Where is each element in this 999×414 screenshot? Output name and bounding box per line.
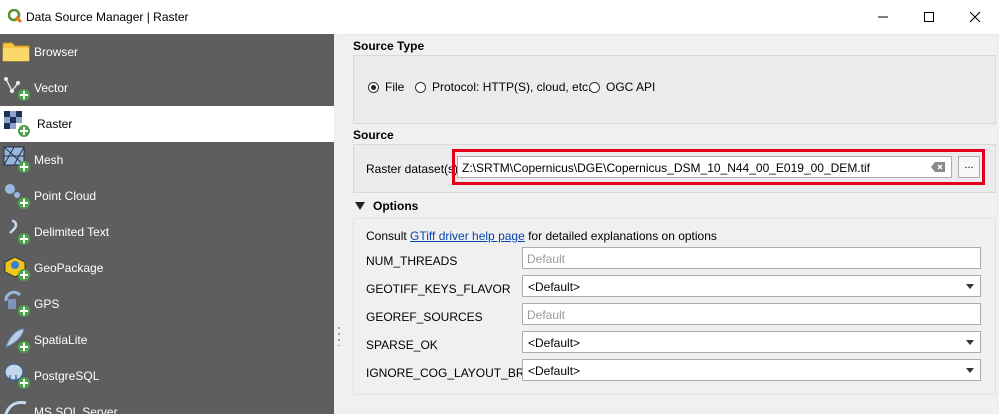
point-cloud-icon: [5, 184, 30, 209]
splitter-handle[interactable]: [334, 34, 344, 414]
options-heading[interactable]: Options: [373, 199, 418, 213]
mesh-icon: [3, 146, 30, 173]
option-label: GEOREF_SOURCES: [366, 310, 483, 324]
maximize-button[interactable]: [906, 0, 952, 34]
radio-protocol[interactable]: Protocol: HTTP(S), cloud, etc.: [415, 80, 591, 94]
sidebar-item-delimited-text[interactable]: Delimited Text: [0, 214, 334, 250]
qgis-logo-icon: [8, 9, 22, 23]
sidebar: Browser Vector Raster Mesh Point Cloud D…: [0, 34, 334, 414]
geotiff-keys-flavor-select[interactable]: <Default>: [522, 275, 981, 297]
sidebar-item-mssql[interactable]: MS SQL Server: [0, 394, 334, 414]
sidebar-item-spatialite[interactable]: SpatiaLite: [0, 322, 334, 358]
option-label: GEOTIFF_KEYS_FLAVOR: [366, 282, 511, 296]
gps-icon: [4, 290, 30, 317]
clear-input-icon[interactable]: [931, 162, 945, 172]
chevron-down-icon: [966, 368, 974, 373]
sidebar-item-browser[interactable]: Browser: [0, 34, 334, 70]
title-bar: Data Source Manager | Raster: [0, 0, 999, 35]
main-panel: Source Type File Protocol: HTTP(S), clou…: [344, 34, 999, 414]
browse-button[interactable]: ...: [958, 156, 980, 178]
radio-ogc-api-label: OGC API: [606, 80, 656, 94]
raster-dataset-input[interactable]: Z:\SRTM\Copernicus\DGE\Copernicus_DSM_10…: [457, 156, 952, 178]
radio-unchecked-icon: [415, 81, 426, 93]
raster-dataset-label: Raster dataset(s): [366, 162, 459, 176]
source-type-group: File Protocol: HTTP(S), cloud, etc. OGC …: [353, 55, 996, 124]
geopackage-icon: [4, 256, 30, 281]
source-heading: Source: [353, 128, 394, 142]
option-label: SPARSE_OK: [366, 338, 438, 352]
radio-unchecked-icon: [589, 81, 600, 93]
vector-icon: [4, 77, 30, 101]
help-text: Consult GTiff driver help page for detai…: [366, 229, 717, 243]
source-type-heading: Source Type: [353, 39, 425, 53]
sparse-ok-select[interactable]: <Default>: [522, 331, 981, 353]
close-icon: [969, 11, 981, 23]
maximize-icon: [924, 12, 934, 22]
minimize-button[interactable]: [860, 0, 906, 34]
delimited-text-icon: [9, 219, 30, 245]
sidebar-item-vector[interactable]: Vector: [0, 70, 334, 106]
close-button[interactable]: [952, 0, 998, 34]
sidebar-item-mesh[interactable]: Mesh: [0, 142, 334, 178]
raster-icon: [4, 111, 30, 137]
num-threads-input[interactable]: Default: [522, 247, 981, 269]
window-title: Data Source Manager | Raster: [26, 10, 189, 24]
radio-checked-icon: [368, 81, 379, 93]
minimize-icon: [878, 16, 888, 18]
chevron-down-icon: [966, 340, 974, 345]
sidebar-item-gps[interactable]: GPS: [0, 286, 334, 322]
mssql-icon: [4, 401, 27, 414]
spatialite-icon: [5, 328, 30, 353]
gtiff-help-link[interactable]: GTiff driver help page: [410, 229, 525, 243]
option-label: NUM_THREADS: [366, 254, 458, 268]
radio-file[interactable]: File: [368, 80, 404, 94]
postgresql-icon: [4, 363, 30, 389]
radio-ogc-api[interactable]: OGC API: [589, 80, 655, 94]
ignore-cog-layout-break-select[interactable]: <Default>: [522, 359, 981, 381]
radio-protocol-label: Protocol: HTTP(S), cloud, etc.: [432, 80, 592, 94]
sidebar-item-geopackage[interactable]: GeoPackage: [0, 250, 334, 286]
collapse-arrow-icon[interactable]: [355, 202, 365, 210]
folder-icon: [2, 42, 30, 62]
grip-dots-icon: [338, 327, 340, 346]
sidebar-item-raster[interactable]: Raster: [0, 106, 334, 142]
georef-sources-input[interactable]: Default: [522, 303, 981, 325]
sidebar-item-point-cloud[interactable]: Point Cloud: [0, 178, 334, 214]
sidebar-item-postgresql[interactable]: PostgreSQL: [0, 358, 334, 394]
radio-file-label: File: [385, 80, 405, 94]
chevron-down-icon: [966, 284, 974, 289]
